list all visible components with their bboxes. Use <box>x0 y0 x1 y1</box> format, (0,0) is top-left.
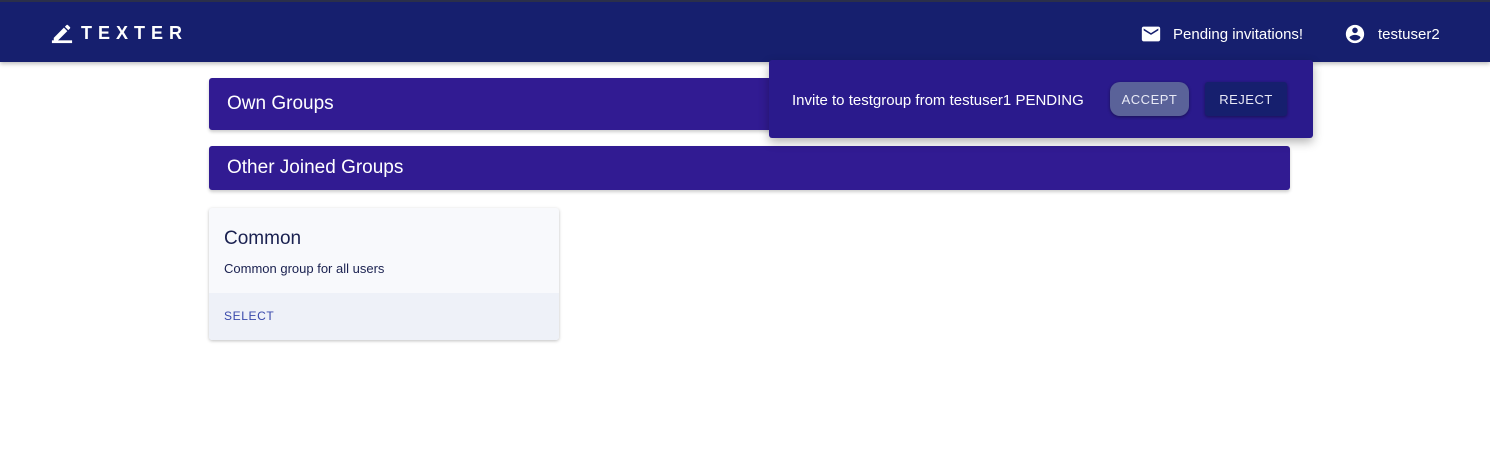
other-joined-groups-header[interactable]: Other Joined Groups <box>209 146 1290 190</box>
pending-invitations-label: Pending invitations! <box>1173 25 1304 43</box>
group-card-title: Common <box>224 228 302 249</box>
account-circle-icon <box>1345 24 1365 44</box>
accept-button[interactable]: ACCEPT <box>1110 82 1189 116</box>
brand-logo[interactable]: TEXTER <box>51 22 188 44</box>
pencil-icon <box>51 24 73 44</box>
reject-label: REJECT <box>1219 91 1273 107</box>
invitation-popover: Invite to testgroup from testuser1 PENDI… <box>769 60 1313 138</box>
pending-invitations-button[interactable]: Pending invitations! <box>1140 22 1303 46</box>
user-menu-button[interactable]: testuser2 <box>1344 22 1440 46</box>
other-groups-title: Other Joined Groups <box>227 157 404 178</box>
brand-name: TEXTER <box>81 22 189 43</box>
reject-button[interactable]: REJECT <box>1205 82 1287 116</box>
own-groups-title: Own Groups <box>227 93 334 114</box>
mail-icon <box>1141 26 1161 42</box>
invitation-text: Invite to testgroup from testuser1 PENDI… <box>792 92 1084 109</box>
app-bar: TEXTER Pending invitations! testuser2 <box>0 0 1490 62</box>
select-group-button[interactable]: SELECT <box>224 309 274 323</box>
accept-label: ACCEPT <box>1121 91 1178 107</box>
username-label: testuser2 <box>1378 25 1440 43</box>
group-card-description: Common group for all users <box>224 261 385 276</box>
group-card: Common Common group for all users SELECT <box>209 208 559 340</box>
group-card-actions: SELECT <box>209 293 559 340</box>
